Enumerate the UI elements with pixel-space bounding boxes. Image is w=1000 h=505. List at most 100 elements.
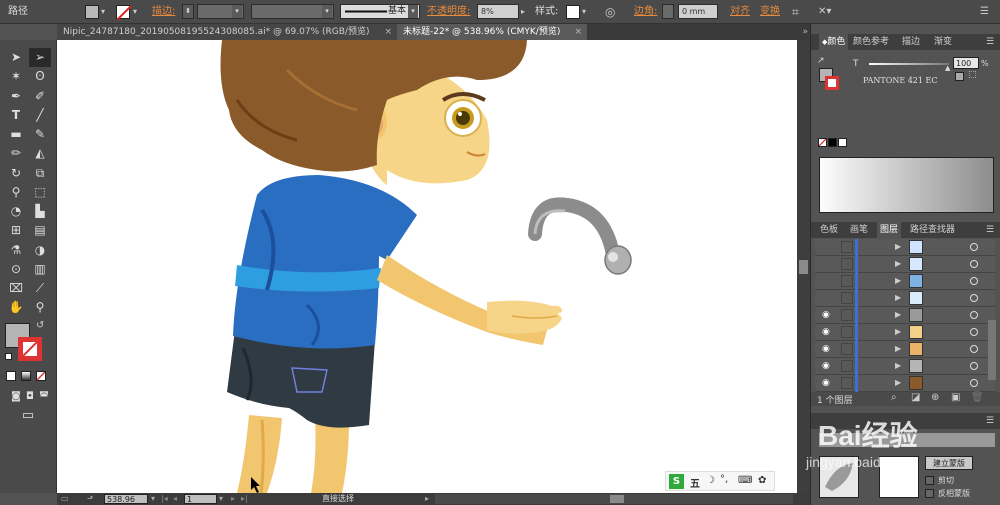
isolate-icon[interactable]: ⌗ xyxy=(792,0,799,24)
curvature-tool-icon[interactable]: ✐ xyxy=(29,87,51,106)
selection-tool-icon[interactable]: ➤ xyxy=(5,48,27,67)
page-dropdown-icon[interactable]: ▾ xyxy=(219,493,223,505)
target-circle-icon[interactable] xyxy=(970,345,978,353)
style-swatch[interactable] xyxy=(566,5,580,19)
visibility-eye-icon[interactable] xyxy=(822,242,832,252)
web-safe-icon[interactable]: ⬚ xyxy=(968,70,977,80)
free-transform-icon[interactable]: ⬚ xyxy=(29,183,51,202)
default-colors-icon[interactable] xyxy=(5,353,12,360)
rotate-tool-icon[interactable]: ↻ xyxy=(5,164,27,183)
lock-toggle[interactable] xyxy=(841,275,853,287)
clip-checkbox[interactable] xyxy=(925,476,934,485)
stroke-weight-select[interactable]: ▾ xyxy=(197,4,244,19)
align-link[interactable]: 对齐 xyxy=(730,0,750,24)
ime-toolbar[interactable]: S 五 ☽ °, ⌨ ✿ xyxy=(665,471,775,491)
expand-triangle-icon[interactable]: ▶ xyxy=(895,361,901,370)
layers-scrollbar[interactable] xyxy=(988,320,996,380)
line-tool-icon[interactable]: ╱ xyxy=(29,106,51,125)
lock-toggle[interactable] xyxy=(841,377,853,389)
visibility-eye-icon[interactable]: ◉ xyxy=(822,361,832,371)
target-circle-icon[interactable] xyxy=(970,260,978,268)
magic-wand-icon[interactable]: ✶ xyxy=(5,67,27,86)
shape-builder-icon[interactable]: ◔ xyxy=(5,202,27,221)
expand-triangle-icon[interactable]: ▶ xyxy=(895,310,901,319)
perspective-grid-icon[interactable]: ▙ xyxy=(29,202,51,221)
tab-pathfinder[interactable]: 路径查找器 xyxy=(907,222,958,238)
tab-gradient[interactable]: 渐变 xyxy=(931,34,955,50)
white-swatch[interactable] xyxy=(838,138,847,147)
zoom-dropdown-icon[interactable]: ▾ xyxy=(151,493,155,505)
stroke-dropdown-arrow[interactable]: ▾ xyxy=(133,0,137,24)
target-circle-icon[interactable] xyxy=(970,243,978,251)
target-circle-icon[interactable] xyxy=(970,311,978,319)
corner-label[interactable]: 边角: xyxy=(634,0,657,24)
expand-triangle-icon[interactable]: ▶ xyxy=(895,327,901,336)
last-page-icon[interactable]: ▸| xyxy=(241,493,248,505)
black-swatch[interactable] xyxy=(828,138,837,147)
locate-object-icon[interactable]: ⌕ xyxy=(891,392,897,403)
paintbrush-icon[interactable]: ✎ xyxy=(29,125,51,144)
opacity-label[interactable]: 不透明度: xyxy=(427,0,470,24)
out-of-gamut-swatch[interactable] xyxy=(955,72,964,81)
punct-icon[interactable]: °, xyxy=(720,474,728,485)
opacity-arrow[interactable]: ▸ xyxy=(521,0,525,24)
prev-page-icon[interactable]: ◂ xyxy=(173,493,177,505)
stroke-swatch[interactable] xyxy=(116,5,132,21)
mesh-tool-icon[interactable]: ⊞ xyxy=(5,221,27,240)
tab-brushes[interactable]: 画笔 xyxy=(847,222,871,238)
zoom-tool-icon[interactable]: ⚲ xyxy=(29,298,51,317)
lock-toggle[interactable] xyxy=(841,326,853,338)
rectangle-tool-icon[interactable]: ▬ xyxy=(5,125,27,144)
skin-icon[interactable]: ✿ xyxy=(758,475,766,486)
expand-triangle-icon[interactable]: ▶ xyxy=(895,293,901,302)
lasso-icon[interactable]: ʘ xyxy=(29,67,51,86)
layer-row[interactable]: ▶ xyxy=(815,239,995,256)
stroke-weight-stepper[interactable]: ⬍ xyxy=(182,4,194,19)
direct-selection-tool-icon[interactable]: ➢ xyxy=(29,48,51,67)
panel-menu-icon[interactable]: ☰ xyxy=(983,34,997,50)
eraser-icon[interactable]: ◭ xyxy=(29,144,51,163)
fill-swatch[interactable] xyxy=(85,5,99,19)
arrange-icon[interactable]: ✕▾ xyxy=(818,0,831,24)
expand-triangle-icon[interactable]: ▶ xyxy=(895,378,901,387)
new-sublayer-icon[interactable]: ⊕ xyxy=(931,392,939,403)
visibility-eye-icon[interactable] xyxy=(822,259,832,269)
draw-inside-icon[interactable]: ◚ xyxy=(33,387,55,406)
visibility-eye-icon[interactable] xyxy=(822,276,832,286)
warp-tool-icon[interactable]: ⚲ xyxy=(5,183,27,202)
keyboard-icon[interactable]: ⌨ xyxy=(738,475,752,486)
export-icon[interactable]: ⬏ xyxy=(87,493,94,505)
screen-mode-icon[interactable]: ▭ xyxy=(17,406,39,425)
close-icon[interactable]: × xyxy=(574,24,582,40)
vertical-scrollbar[interactable] xyxy=(797,40,810,493)
layer-row[interactable]: ◉ ▶ xyxy=(815,358,995,375)
close-icon[interactable]: × xyxy=(384,24,392,40)
horizontal-scrollbar[interactable] xyxy=(435,494,793,504)
layer-row[interactable]: ◉ ▶ xyxy=(815,341,995,358)
target-circle-icon[interactable] xyxy=(970,277,978,285)
ime-mode[interactable]: 五 xyxy=(690,475,700,490)
none-mode-icon[interactable] xyxy=(36,371,46,381)
mask-thumbnail[interactable] xyxy=(879,456,919,498)
hand-tool-icon[interactable]: ✋ xyxy=(5,298,27,317)
layer-row[interactable]: ◉ ▶ xyxy=(815,375,995,392)
object-thumbnail[interactable] xyxy=(819,456,859,498)
make-mask-button[interactable]: 建立蒙版 xyxy=(925,456,973,470)
fill-stroke-toggle-icon[interactable]: ↗ xyxy=(817,56,829,68)
layer-row[interactable]: ◉ ▶ xyxy=(815,324,995,341)
gradient-mode-icon[interactable] xyxy=(21,371,31,381)
target-circle-icon[interactable] xyxy=(970,362,978,370)
target-circle-icon[interactable] xyxy=(970,379,978,387)
artboard-nav-icon[interactable]: ▭ xyxy=(61,493,69,505)
lock-toggle[interactable] xyxy=(841,241,853,253)
symbol-sprayer-icon[interactable]: ⊙ xyxy=(5,260,27,279)
panel-menu-icon[interactable]: ☰ xyxy=(983,413,997,429)
swap-colors-icon[interactable]: ↺ xyxy=(36,320,44,331)
stroke-color-box[interactable] xyxy=(18,337,42,361)
corner-input[interactable]: 0 mm xyxy=(678,4,718,19)
delete-layer-icon[interactable]: 🗑 xyxy=(971,392,984,403)
tab-swatches[interactable]: 色板 xyxy=(817,222,841,238)
variable-width-profile[interactable]: ▾ xyxy=(251,4,334,19)
expand-triangle-icon[interactable]: ▶ xyxy=(895,344,901,353)
panel-stroke-swatch[interactable] xyxy=(825,76,839,90)
